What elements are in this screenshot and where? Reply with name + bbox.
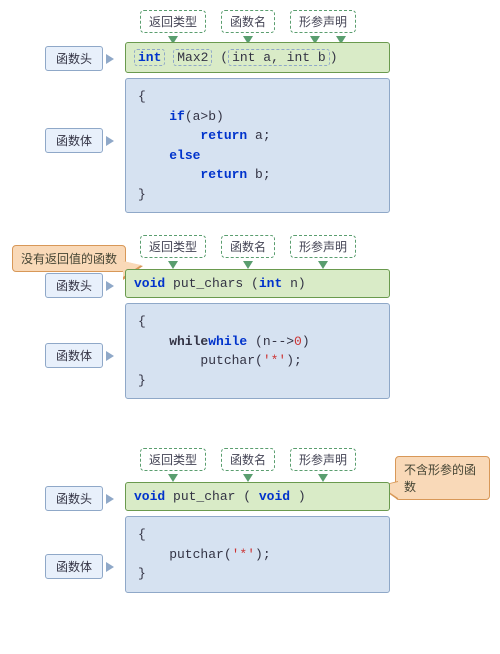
label-return-type: 返回类型 [140,235,206,258]
label-func-name: 函数名 [221,10,275,33]
func-body-box-3: { putchar('*'); } [125,516,390,593]
label-param-decl: 形参声明 [290,235,356,258]
label-func-name: 函数名 [221,448,275,471]
code-void: void [134,489,165,504]
label-func-head: 函数头 [45,273,103,298]
code-paren: ( [220,50,228,65]
label-func-name: 函数名 [221,235,275,258]
func-head-box-1: int Max2 (int a, int b) [125,42,390,73]
func-head-box-2: void put_chars (int n) [125,269,390,298]
code-params: int a, int b [228,49,330,66]
code-paren: ) [290,489,306,504]
diagram-section-3: 返回类型 函数名 形参声明 不含形参的函数 函数头 void put_char … [10,446,490,626]
code-paren: ) [330,50,338,65]
func-head-box-3: void put_char ( void ) [125,482,390,511]
func-body-box-1: { if(a>b) return a; else return b; } [125,78,390,213]
label-func-body: 函数体 [45,128,103,153]
label-return-type: 返回类型 [140,10,206,33]
diagram-section-2: 没有返回值的函数 返回类型 函数名 形参声明 函数头 void put_char… [10,233,490,428]
code-func-name: Max2 [173,49,212,66]
code-void: void [134,276,165,291]
label-func-head: 函数头 [45,486,103,511]
diagram-section-1: 返回类型 函数名 形参声明 函数头 int Max2 (int a, int b… [10,10,490,215]
callout-no-return: 没有返回值的函数 [12,245,126,272]
code-func-name: put_char [165,489,243,504]
label-func-body: 函数体 [45,343,103,368]
callout-no-param: 不含形参的函数 [395,456,490,500]
func-body-box-2: { whilewhile (n-->0) putchar('*'); } [125,303,390,399]
code-params: (int n) [251,276,306,291]
code-func-name: put_chars [165,276,251,291]
code-param-void: void [259,489,290,504]
label-return-type: 返回类型 [140,448,206,471]
label-param-decl: 形参声明 [290,448,356,471]
label-param-decl: 形参声明 [290,10,356,33]
label-func-body: 函数体 [45,554,103,579]
label-func-head: 函数头 [45,46,103,71]
code-return-type: int [134,49,165,66]
code-paren: ( [243,489,259,504]
